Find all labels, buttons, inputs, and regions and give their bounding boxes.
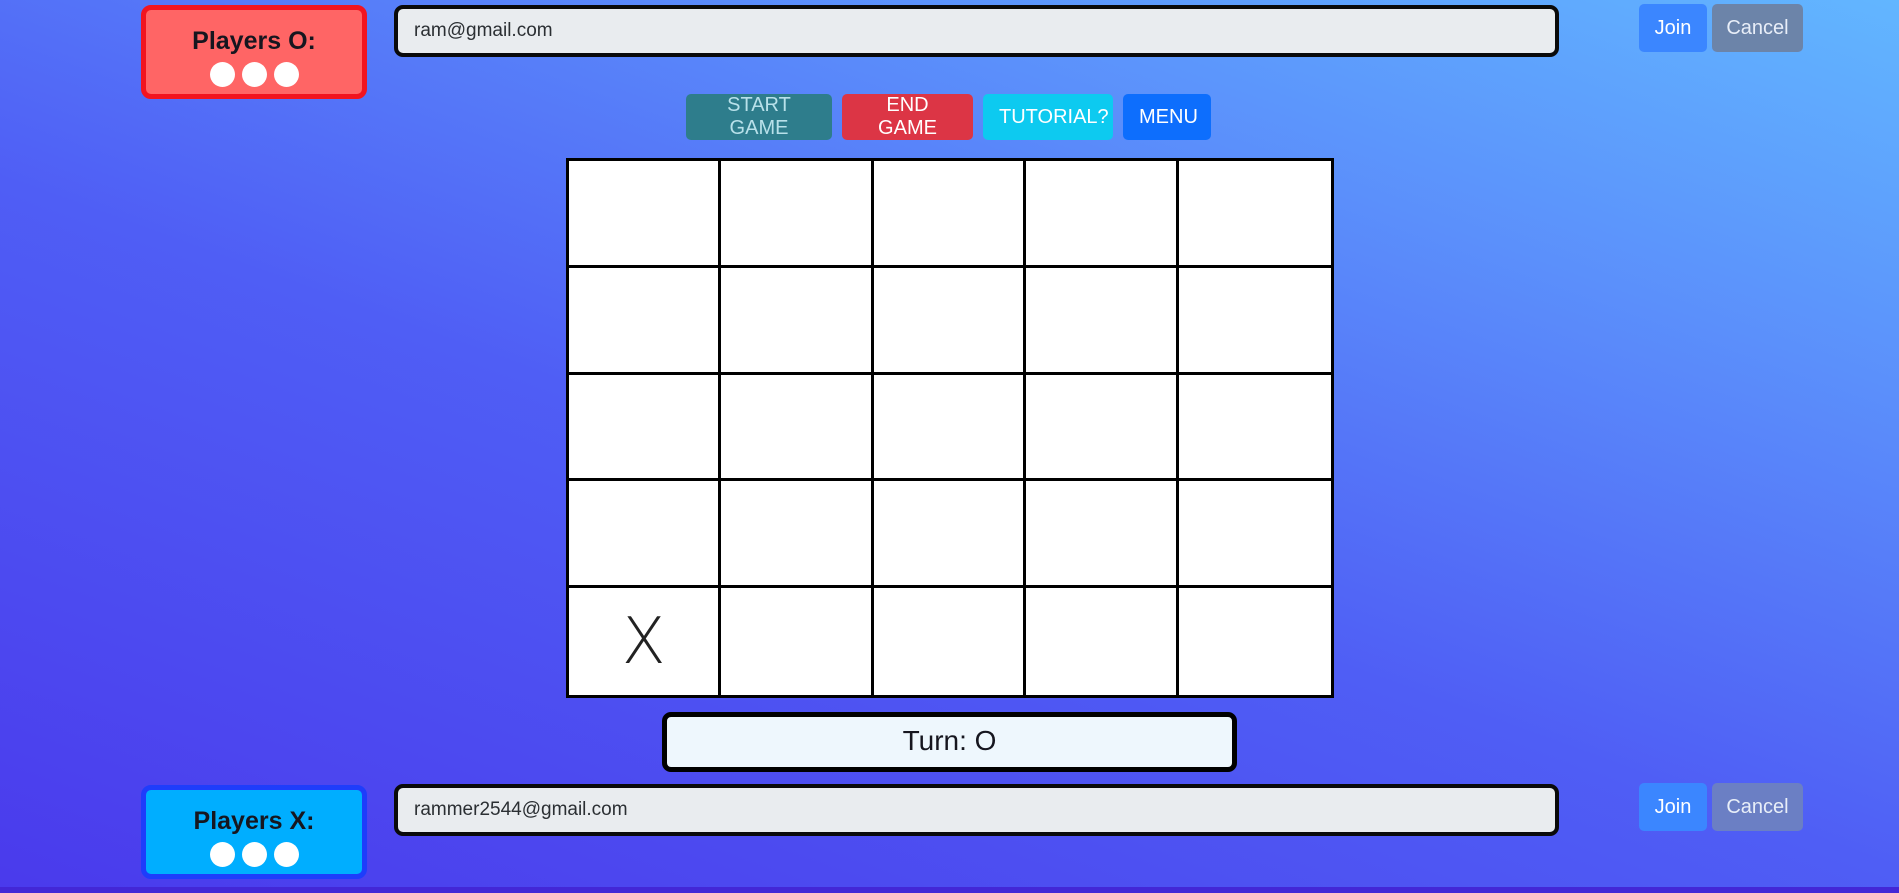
player-slot-dot <box>241 62 267 87</box>
game-controls: START GAME END GAME TUTORIAL? MENU <box>686 94 1211 140</box>
player-o-email-input[interactable] <box>394 5 1559 57</box>
end-game-button[interactable]: END GAME <box>842 94 973 140</box>
board-cell[interactable] <box>1026 481 1179 589</box>
board-cell[interactable] <box>873 588 1027 695</box>
player-o-join-button[interactable]: Join <box>1639 4 1707 52</box>
board-cell[interactable] <box>1026 267 1179 375</box>
player-x-join-button[interactable]: Join <box>1639 783 1707 831</box>
player-slot-dot <box>241 842 267 867</box>
board-cell[interactable] <box>1178 267 1331 375</box>
start-game-button[interactable]: START GAME <box>686 94 832 140</box>
board-cell[interactable]: X <box>569 588 722 695</box>
board-cell[interactable] <box>873 161 1027 268</box>
player-slot-dot <box>273 62 299 87</box>
bottom-strip <box>0 887 1899 893</box>
player-o-cancel-button[interactable]: Cancel <box>1712 4 1803 52</box>
player-x-panel: Players X: <box>141 785 367 879</box>
board-cell[interactable] <box>569 161 722 268</box>
board-cell[interactable] <box>721 374 874 482</box>
board-cell[interactable] <box>1026 161 1179 268</box>
player-slot-dot <box>209 62 235 87</box>
board-cell[interactable] <box>1026 588 1179 695</box>
player-x-cancel-button[interactable]: Cancel <box>1712 783 1803 831</box>
board-cell[interactable] <box>721 481 874 589</box>
player-slot-dot <box>273 842 299 867</box>
board-cell[interactable] <box>1178 161 1331 268</box>
player-o-title: Players O: <box>192 27 316 55</box>
board-cell[interactable] <box>721 588 874 695</box>
board-cell[interactable] <box>873 374 1027 482</box>
board-cell[interactable] <box>1178 588 1331 695</box>
player-x-email-input[interactable] <box>394 784 1559 836</box>
board-cell[interactable] <box>569 374 722 482</box>
board-cell[interactable] <box>1178 481 1331 589</box>
board-cell[interactable] <box>873 481 1027 589</box>
board-cell[interactable] <box>1178 374 1331 482</box>
board-cell[interactable] <box>873 267 1027 375</box>
board-cell[interactable] <box>721 267 874 375</box>
player-o-slots <box>146 62 362 87</box>
player-x-title: Players X: <box>193 807 315 835</box>
board-cell[interactable] <box>569 481 722 589</box>
menu-button[interactable]: MENU <box>1123 94 1211 140</box>
board-cell[interactable] <box>569 267 722 375</box>
board-cell[interactable] <box>721 161 874 268</box>
game-board: X <box>566 158 1334 698</box>
player-o-panel: Players O: <box>141 5 367 99</box>
player-x-slots <box>146 842 362 867</box>
board-cell[interactable] <box>1026 374 1179 482</box>
player-slot-dot <box>209 842 235 867</box>
tutorial-button[interactable]: TUTORIAL? <box>983 94 1113 140</box>
turn-indicator: Turn: O <box>662 712 1237 772</box>
